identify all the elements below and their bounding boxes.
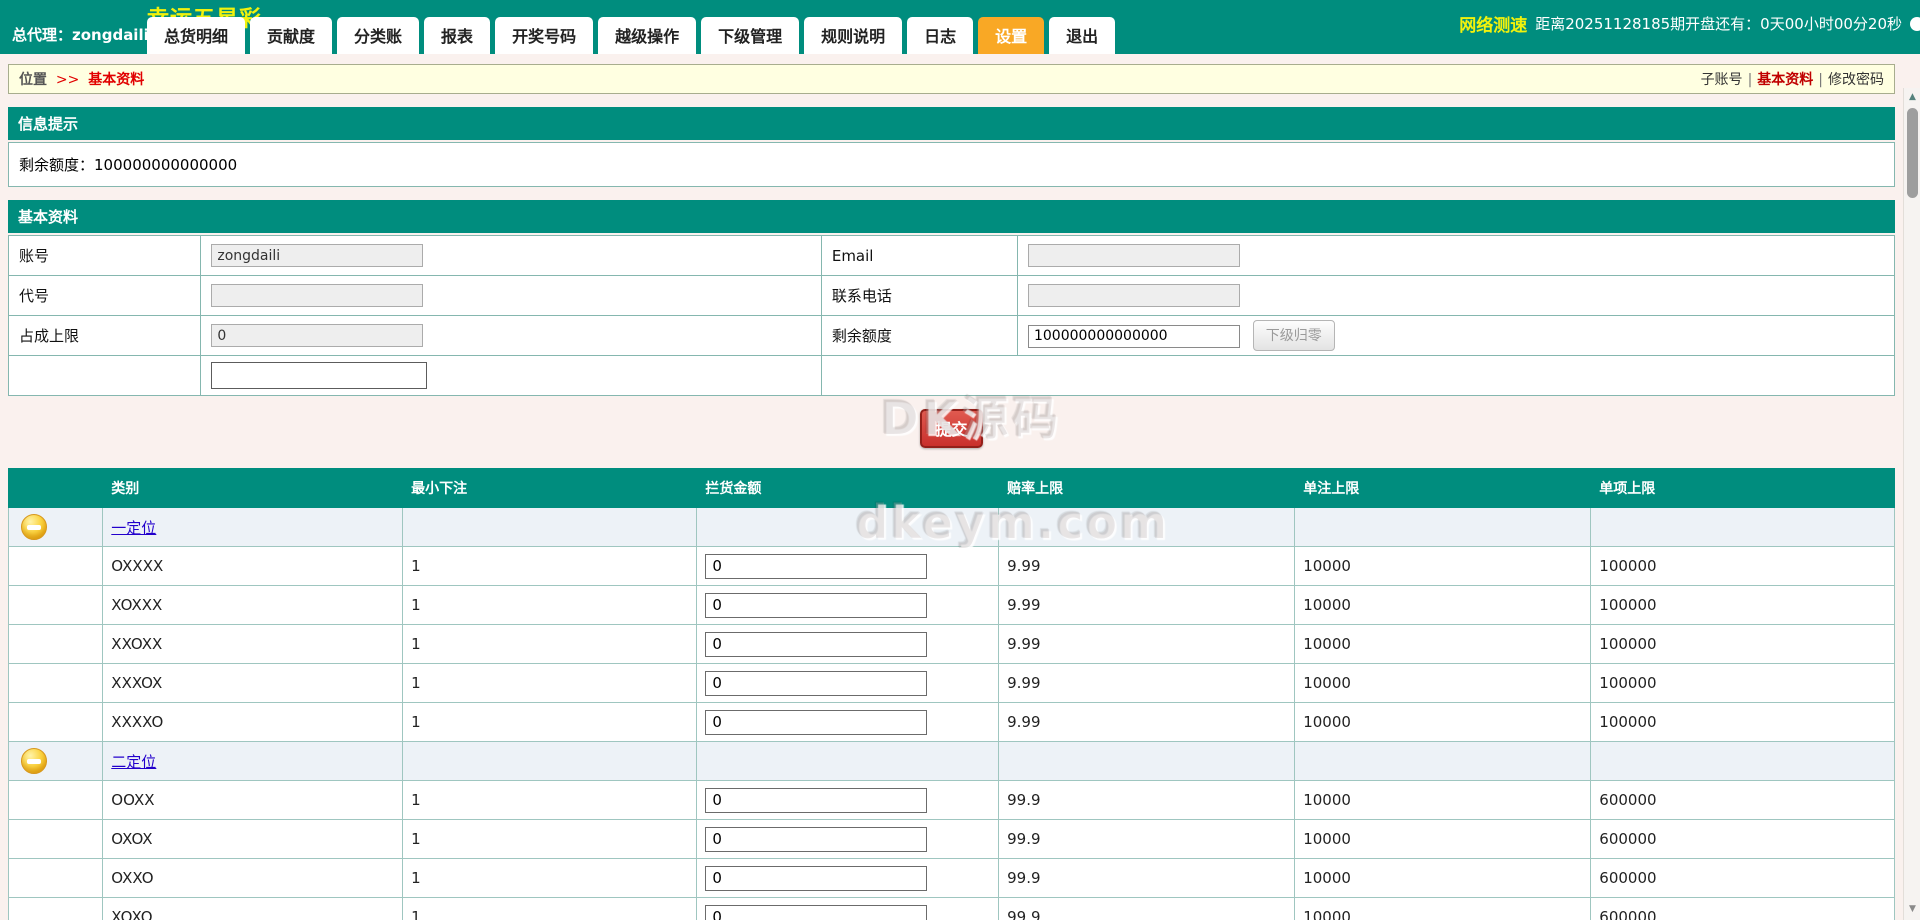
reset-subordinates-button[interactable]: 下级归零 — [1252, 320, 1335, 351]
profile-section: 基本资料 账号 Email 代号 联系电话 占成上限 剩余额度 下级归零 — [7, 200, 1896, 396]
main-content: 位置 >> 基本资料 子账号 | 基本资料 | 修改密码 信息提示 剩余额度：10000… — [0, 54, 1903, 920]
vertical-scrollbar[interactable]: ▲ ▼ — [1903, 88, 1920, 920]
extra-input[interactable] — [211, 362, 428, 389]
scrollbar-thumb[interactable] — [1907, 108, 1918, 198]
breadcrumb-current-page: 基本资料 — [88, 72, 145, 88]
tab-设置[interactable]: 设置 — [978, 17, 1045, 54]
account-field — [211, 244, 424, 267]
share-limit-label: 占成上限 — [7, 315, 202, 356]
remaining-credit-line: 剩余额度：100000000000000 — [9, 143, 1894, 186]
tab-退出[interactable]: 退出 — [1049, 17, 1116, 54]
group-link-一定位[interactable]: 一定位 — [111, 519, 156, 537]
group-link-二定位[interactable]: 二定位 — [111, 753, 156, 771]
phone-label: 联系电话 — [820, 275, 1018, 316]
agent-label: 总代理：zongdaili — [12, 26, 149, 44]
column-header-1: 类别 — [102, 468, 404, 508]
block-amount-input-OXXXX[interactable] — [705, 553, 928, 579]
profile-section-title: 基本资料 — [8, 200, 1895, 233]
limits-table-body: 一定位 OXXXX19.9910000100000XOXXX19.99100001… — [7, 507, 1895, 920]
tab-分类账[interactable]: 分类账 — [337, 17, 420, 54]
column-header-0 — [7, 468, 104, 508]
table-row-OOXX: OOXX199.910000600000 — [7, 780, 1895, 820]
tab-日志[interactable]: 日志 — [907, 17, 974, 54]
tab-下级管理[interactable]: 下级管理 — [701, 17, 800, 54]
table-row-OXXO: OXXO199.910000600000 — [7, 858, 1895, 898]
table-row-XOXXX: XOXXX19.9910000100000 — [7, 585, 1895, 625]
breadcrumb-links: 子账号 | 基本资料 | 修改密码 — [1701, 69, 1884, 89]
link-separator: | — [1747, 72, 1753, 88]
block-amount-input-XOXO[interactable] — [705, 904, 928, 920]
scrollbar-down-arrow-icon[interactable]: ▼ — [1904, 900, 1920, 918]
top-header: 总代理：zongdaili 幸运五星彩 总货明细贡献度分类账报表开奖号码越级操作… — [0, 0, 1920, 54]
empty-cell — [820, 355, 1896, 396]
column-header-5: 单注上限 — [1294, 468, 1592, 508]
breadcrumb-link-子账号[interactable]: 子账号 — [1701, 72, 1743, 88]
tab-报表[interactable]: 报表 — [424, 17, 491, 54]
remaining-credit-label: 剩余额度： — [19, 156, 95, 174]
group-row-一定位: 一定位 — [7, 507, 1895, 547]
table-row-XXOXX: XXOXX19.9910000100000 — [7, 624, 1895, 664]
email-field — [1027, 244, 1240, 267]
block-amount-input-OOXX[interactable] — [705, 787, 928, 813]
code-field — [211, 284, 424, 307]
countdown-text: 距离20251128185期开盘还有：0天00小时00分20秒 — [1535, 15, 1902, 33]
remaining-credit-value: 100000000000000 — [94, 156, 238, 174]
tab-规则说明[interactable]: 规则说明 — [804, 17, 903, 54]
block-amount-input-XXOXX[interactable] — [705, 631, 928, 657]
breadcrumb-link-基本资料[interactable]: 基本资料 — [1757, 72, 1813, 88]
extra-label — [7, 355, 202, 396]
balance-label: 剩余额度 — [820, 315, 1018, 356]
scrollbar-up-arrow-icon[interactable]: ▲ — [1904, 88, 1920, 106]
column-header-3: 拦货金额 — [696, 468, 1000, 508]
block-amount-input-OXOX[interactable] — [705, 826, 928, 852]
limits-table: 类别最小下注拦货金额赔率上限单注上限单项上限 一定位 OXXXX19.991000… — [7, 468, 1895, 920]
breadcrumb-location-label: 位置 — [19, 72, 47, 88]
table-row-OXXXX: OXXXX19.9910000100000 — [7, 546, 1895, 586]
email-label: Email — [820, 235, 1018, 276]
collapse-minus-icon[interactable] — [21, 514, 47, 540]
breadcrumb-separator: >> — [55, 72, 80, 88]
block-amount-input-XXXXO[interactable] — [705, 709, 928, 735]
table-row-XOXO: XOXO199.910000600000 — [7, 897, 1895, 920]
group-row-二定位: 二定位 — [7, 741, 1895, 781]
breadcrumb: 位置 >> 基本资料 子账号 | 基本资料 | 修改密码 — [8, 64, 1895, 94]
info-section: 信息提示 剩余额度：100000000000000 — [8, 107, 1895, 187]
balance-field[interactable] — [1027, 324, 1240, 348]
block-amount-input-XXXOX[interactable] — [705, 670, 928, 696]
submit-button[interactable]: 提交 — [920, 409, 983, 448]
profile-form: 账号 Email 代号 联系电话 占成上限 剩余额度 下级归零 — [7, 235, 1896, 396]
breadcrumb-link-修改密码[interactable]: 修改密码 — [1828, 72, 1884, 88]
tab-越级操作[interactable]: 越级操作 — [598, 17, 697, 54]
breadcrumb-location: 位置 >> 基本资料 — [19, 69, 144, 89]
link-separator: | — [1818, 72, 1823, 88]
clock-icon — [1910, 16, 1920, 31]
column-header-6: 单项上限 — [1590, 468, 1895, 508]
submit-row: 提交 — [8, 409, 1895, 448]
nav-tabs: 总货明细 贡献度 分类账 报表 开奖号码 越级操作 下级管理 规则说明 日志 设置 退出 — [147, 17, 1116, 54]
block-amount-input-XOXXX[interactable] — [705, 592, 928, 618]
phone-field — [1027, 284, 1240, 307]
info-section-title: 信息提示 — [8, 107, 1895, 140]
code-label: 代号 — [7, 275, 202, 316]
column-header-4: 赔率上限 — [998, 468, 1296, 508]
column-header-2: 最小下注 — [402, 468, 698, 508]
table-row-XXXOX: XXXOX19.9910000100000 — [7, 663, 1895, 703]
account-label: 账号 — [7, 235, 202, 276]
table-row-XXXXO: XXXXO19.9910000100000 — [7, 702, 1895, 742]
speed-test-link[interactable]: 网络测速 — [1459, 11, 1527, 36]
limits-table-header-row: 类别 最小下注 拦货金额 赔率上限 单注上限 单项上限 — [7, 468, 1895, 508]
block-amount-input-OXXO[interactable] — [705, 865, 928, 891]
tab-贡献度[interactable]: 贡献度 — [250, 17, 333, 54]
tab-开奖号码[interactable]: 开奖号码 — [495, 17, 594, 54]
table-row-OXOX: OXOX199.910000600000 — [7, 819, 1895, 859]
collapse-minus-icon[interactable] — [21, 748, 47, 774]
tab-总货明细[interactable]: 总货明细 — [147, 17, 246, 54]
header-status-area: 网络测速 距离20251128185期开盘还有：0天00小时00分20秒 — [1459, 11, 1920, 36]
share-limit-field — [211, 324, 424, 347]
